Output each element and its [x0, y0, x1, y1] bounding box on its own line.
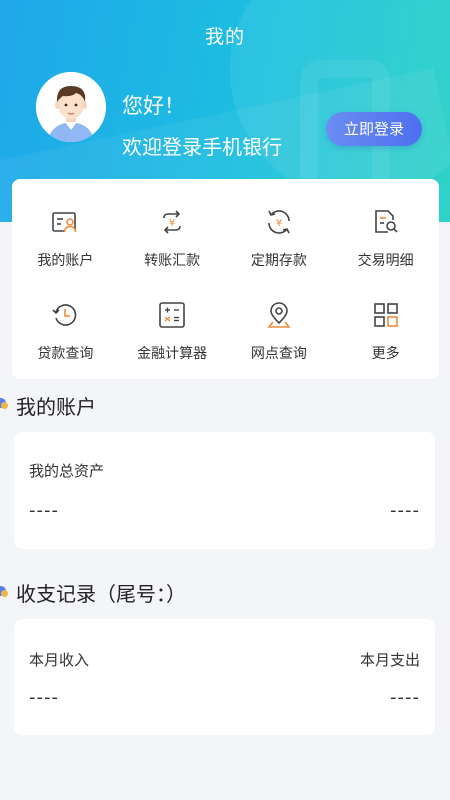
- menu-item-branch-query[interactable]: 网点查询: [226, 286, 333, 379]
- monthly-expense-value: ----: [390, 687, 420, 708]
- account-card-icon: [52, 212, 77, 233]
- menu-item-label: 转账汇款: [144, 253, 201, 269]
- total-assets-label: 我的总资产: [29, 462, 105, 480]
- greeting-text: 您好！: [122, 94, 185, 118]
- loan-history-icon: [52, 304, 77, 326]
- calculator-icon: [159, 302, 185, 328]
- user-avatar-icon: [36, 72, 106, 142]
- section-title-accounts: 我的账户: [16, 395, 96, 419]
- transfer-icon: ¥: [163, 210, 181, 234]
- avatar[interactable]: [36, 72, 106, 142]
- monthly-expense-label: 本月支出: [359, 651, 420, 669]
- income-expense-card[interactable]: 本月收入 本月支出 ---- ----: [14, 619, 435, 735]
- section-marker-icon: [0, 398, 8, 409]
- section-marker-icon: [0, 586, 8, 597]
- total-assets-left-value: ----: [29, 500, 59, 521]
- menu-item-label: 定期存款: [250, 253, 307, 269]
- total-assets-right-value: ----: [390, 500, 420, 521]
- menu-item-more[interactable]: 更多: [332, 286, 439, 379]
- section-title-records: 收支记录（尾号：）: [16, 582, 186, 606]
- total-assets-card[interactable]: 我的总资产 ---- ----: [14, 432, 435, 549]
- menu-item-label: 交易明细: [357, 253, 414, 269]
- svg-text:¥: ¥: [276, 218, 282, 229]
- location-pin-icon: [267, 302, 291, 328]
- menu-item-label: 更多: [371, 346, 400, 362]
- menu-item-label: 我的账户: [37, 253, 94, 269]
- menu-item-fixed-deposit[interactable]: ¥ 定期存款: [226, 193, 333, 286]
- page-title: 我的: [204, 26, 245, 48]
- transaction-detail-icon: [374, 210, 398, 233]
- welcome-text: 欢迎登录手机银行: [122, 135, 282, 159]
- monthly-income-label: 本月收入: [29, 651, 90, 669]
- quick-menu: 我的账户 ¥ 转账汇款 ¥ 定期存款 交易明细 贷款查询 金融计算器 网点查询 …: [12, 179, 439, 379]
- svg-text:¥: ¥: [169, 218, 175, 229]
- login-button[interactable]: 立即登录: [326, 112, 422, 146]
- more-grid-icon: [373, 303, 398, 327]
- menu-item-label: 金融计算器: [137, 346, 208, 362]
- menu-item-calculator[interactable]: 金融计算器: [119, 286, 226, 379]
- menu-item-transfer[interactable]: ¥ 转账汇款: [119, 193, 226, 286]
- monthly-income-value: ----: [29, 687, 59, 708]
- menu-item-label: 网点查询: [250, 346, 307, 362]
- menu-item-transaction-detail[interactable]: 交易明细: [332, 193, 439, 286]
- deposit-icon: ¥: [268, 210, 290, 234]
- menu-item-my-account[interactable]: 我的账户: [12, 193, 119, 286]
- menu-item-label: 贷款查询: [37, 346, 94, 362]
- menu-item-loan-query[interactable]: 贷款查询: [12, 286, 119, 379]
